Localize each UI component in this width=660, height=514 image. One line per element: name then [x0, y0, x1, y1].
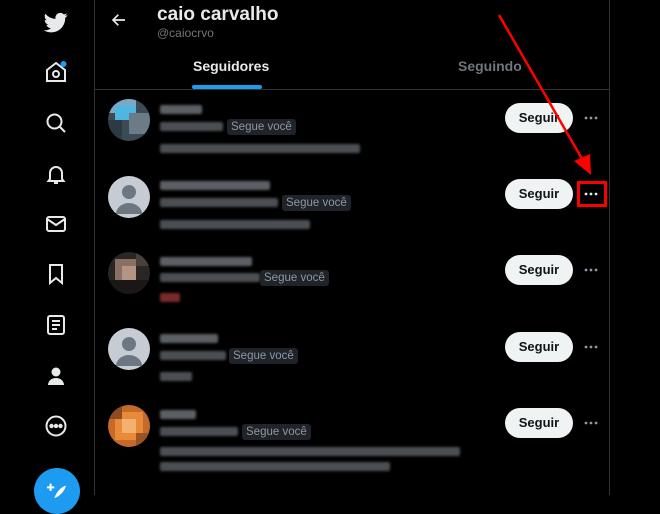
back-arrow-icon[interactable] — [107, 8, 131, 32]
redacted-bio — [160, 372, 192, 381]
redacted-bio — [160, 144, 360, 153]
redacted-bio — [160, 462, 390, 471]
follower-row[interactable]: Segue você Seguir — [95, 176, 610, 252]
profile-icon[interactable] — [36, 356, 76, 396]
bookmarks-icon[interactable] — [36, 254, 76, 294]
redacted-handle — [160, 351, 226, 360]
follower-row[interactable]: Segue você Seguir — [95, 328, 610, 404]
followers-panel: caio carvalho @caiocrvo Seguidores Segui… — [95, 0, 610, 495]
twitter-logo-icon[interactable] — [36, 2, 76, 42]
redacted-name — [160, 181, 270, 190]
profile-handle: @caiocrvo — [157, 26, 214, 40]
more-options-icon[interactable] — [582, 261, 600, 279]
follows-you-badge: Segue você — [260, 270, 329, 286]
redacted-name — [160, 334, 218, 343]
redacted-handle — [160, 273, 260, 282]
follower-row[interactable]: Segue você Seguir — [95, 252, 610, 328]
default-avatar[interactable] — [108, 176, 150, 218]
follow-button[interactable]: Seguir — [505, 332, 573, 362]
home-icon[interactable] — [36, 52, 76, 92]
follows-you-badge: Segue você — [227, 119, 296, 135]
compose-plus-icon — [46, 483, 67, 499]
more-options-icon[interactable] — [582, 338, 600, 356]
profile-header: caio carvalho @caiocrvo Seguidores Segui… — [95, 0, 610, 90]
sidebar-nav — [0, 0, 95, 514]
lists-icon[interactable] — [36, 305, 76, 345]
messages-icon[interactable] — [36, 204, 76, 244]
avatar[interactable] — [108, 405, 150, 447]
redacted-bio — [160, 447, 460, 456]
more-options-icon[interactable] — [582, 414, 600, 432]
follows-you-badge: Segue você — [229, 348, 298, 364]
redacted-name — [160, 105, 202, 114]
avatar[interactable] — [108, 99, 150, 141]
follows-you-badge: Segue você — [282, 195, 351, 211]
redacted-handle — [160, 122, 223, 131]
active-tab-indicator — [192, 85, 262, 89]
follower-row[interactable]: Segue você Seguir — [95, 99, 610, 175]
redacted-name — [160, 257, 252, 266]
notifications-icon[interactable] — [36, 154, 76, 194]
annotation-highlight-box — [577, 181, 607, 207]
redacted-bio — [160, 293, 180, 302]
redacted-handle — [160, 427, 238, 436]
follow-button[interactable]: Seguir — [505, 408, 573, 438]
explore-icon[interactable] — [36, 103, 76, 143]
default-avatar[interactable] — [108, 328, 150, 370]
follow-button[interactable]: Seguir — [505, 103, 573, 133]
tab-seguidores[interactable]: Seguidores — [193, 58, 269, 74]
profile-name: caio carvalho — [157, 4, 279, 25]
follow-button[interactable]: Seguir — [505, 179, 573, 209]
more-options-icon[interactable] — [36, 406, 76, 446]
follower-row[interactable]: Segue você Seguir — [95, 405, 610, 481]
more-options-icon[interactable] — [582, 109, 600, 127]
follows-you-badge: Segue você — [242, 424, 311, 440]
follow-button[interactable]: Seguir — [505, 255, 573, 285]
redacted-handle — [160, 198, 278, 207]
redacted-bio — [160, 220, 310, 229]
avatar[interactable] — [108, 252, 150, 294]
tab-seguindo[interactable]: Seguindo — [458, 58, 522, 74]
redacted-name — [160, 410, 196, 419]
compose-tweet-button[interactable] — [34, 468, 80, 514]
